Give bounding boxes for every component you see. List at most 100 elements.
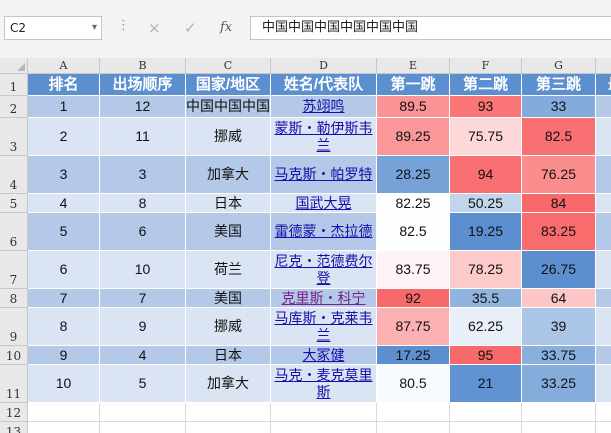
- jump1-cell[interactable]: 82.5: [377, 213, 450, 251]
- empty-cell[interactable]: [596, 251, 611, 289]
- country-cell[interactable]: 美国: [186, 289, 271, 308]
- rank-cell[interactable]: 10: [28, 365, 100, 403]
- row-header-8[interactable]: 8: [0, 289, 28, 308]
- empty-cell[interactable]: [186, 403, 271, 422]
- athlete-link[interactable]: 马库斯・克莱韦兰: [271, 308, 377, 346]
- order-cell[interactable]: 8: [100, 194, 186, 213]
- chevron-down-icon[interactable]: ▾: [92, 17, 97, 39]
- country-cell[interactable]: 美国: [186, 213, 271, 251]
- column-header-b[interactable]: B: [100, 58, 186, 74]
- row-header-9[interactable]: 9: [0, 308, 28, 346]
- athlete-link[interactable]: 马克斯・帕罗特: [271, 156, 377, 194]
- row-header-4[interactable]: 4: [0, 156, 28, 194]
- country-cell[interactable]: 挪威: [186, 118, 271, 156]
- row-header-12[interactable]: 12: [0, 403, 28, 422]
- formula-input[interactable]: 中国中国中国中国中国中国: [250, 16, 611, 40]
- empty-cell[interactable]: [596, 213, 611, 251]
- empty-cell[interactable]: [186, 422, 271, 433]
- country-cell[interactable]: 加拿大: [186, 156, 271, 194]
- order-cell[interactable]: 4: [100, 346, 186, 365]
- order-cell[interactable]: 3: [100, 156, 186, 194]
- row-header-7[interactable]: 7: [0, 251, 28, 289]
- empty-cell[interactable]: [596, 365, 611, 403]
- jump1-cell[interactable]: 28.25: [377, 156, 450, 194]
- athlete-link[interactable]: 大冢健: [271, 346, 377, 365]
- row-header-13[interactable]: 13: [0, 422, 28, 433]
- jump3-cell[interactable]: 26.75: [522, 251, 596, 289]
- jump3-cell[interactable]: 39: [522, 308, 596, 346]
- empty-cell[interactable]: [596, 422, 611, 433]
- header-cell-h[interactable]: 最: [596, 74, 611, 96]
- jump3-cell[interactable]: 83.25: [522, 213, 596, 251]
- jump3-cell[interactable]: 84: [522, 194, 596, 213]
- column-header-f[interactable]: F: [450, 58, 522, 74]
- jump1-cell[interactable]: 92: [377, 289, 450, 308]
- empty-cell[interactable]: [522, 403, 596, 422]
- rank-cell[interactable]: 2: [28, 118, 100, 156]
- order-cell[interactable]: 6: [100, 213, 186, 251]
- jump2-cell[interactable]: 94: [450, 156, 522, 194]
- rank-cell[interactable]: 4: [28, 194, 100, 213]
- order-cell[interactable]: 11: [100, 118, 186, 156]
- empty-cell[interactable]: [377, 403, 450, 422]
- jump3-cell[interactable]: 64: [522, 289, 596, 308]
- header-cell-c[interactable]: 国家/地区: [186, 74, 271, 96]
- header-cell-b[interactable]: 出场顺序: [100, 74, 186, 96]
- column-header-c[interactable]: C: [186, 58, 271, 74]
- jump3-cell[interactable]: 33: [522, 96, 596, 118]
- empty-cell[interactable]: [377, 422, 450, 433]
- empty-cell[interactable]: [596, 194, 611, 213]
- empty-cell[interactable]: [100, 403, 186, 422]
- header-cell-e[interactable]: 第一跳: [377, 74, 450, 96]
- athlete-link[interactable]: 克里斯・科宁: [271, 289, 377, 308]
- row-header-11[interactable]: 11: [0, 365, 28, 403]
- empty-cell[interactable]: [100, 422, 186, 433]
- jump3-cell[interactable]: 76.25: [522, 156, 596, 194]
- empty-cell[interactable]: [596, 96, 611, 118]
- rank-cell[interactable]: 5: [28, 213, 100, 251]
- jump1-cell[interactable]: 17.25: [377, 346, 450, 365]
- jump2-cell[interactable]: 62.25: [450, 308, 522, 346]
- header-cell-f[interactable]: 第二跳: [450, 74, 522, 96]
- jump2-cell[interactable]: 35.5: [450, 289, 522, 308]
- header-cell-a[interactable]: 排名: [28, 74, 100, 96]
- empty-cell[interactable]: [450, 422, 522, 433]
- empty-cell[interactable]: [596, 118, 611, 156]
- rank-cell[interactable]: 7: [28, 289, 100, 308]
- jump1-cell[interactable]: 89.5: [377, 96, 450, 118]
- empty-cell[interactable]: [596, 308, 611, 346]
- empty-cell[interactable]: [596, 403, 611, 422]
- header-cell-d[interactable]: 姓名/代表队: [271, 74, 377, 96]
- country-cell[interactable]: 日本: [186, 194, 271, 213]
- empty-cell[interactable]: [522, 422, 596, 433]
- column-header-a[interactable]: A: [28, 58, 100, 74]
- order-cell[interactable]: 10: [100, 251, 186, 289]
- jump2-cell[interactable]: 21: [450, 365, 522, 403]
- enter-icon[interactable]: ✓: [184, 18, 197, 38]
- row-header-5[interactable]: 5: [0, 194, 28, 213]
- row-header-6[interactable]: 6: [0, 213, 28, 251]
- jump2-cell[interactable]: 50.25: [450, 194, 522, 213]
- order-cell[interactable]: 9: [100, 308, 186, 346]
- empty-cell[interactable]: [596, 156, 611, 194]
- country-cell[interactable]: 加拿大: [186, 365, 271, 403]
- empty-cell[interactable]: [596, 289, 611, 308]
- country-cell[interactable]: 挪威: [186, 308, 271, 346]
- insert-function-icon[interactable]: fx: [220, 18, 232, 38]
- order-cell[interactable]: 7: [100, 289, 186, 308]
- row-header-3[interactable]: 3: [0, 118, 28, 156]
- empty-cell[interactable]: [28, 422, 100, 433]
- column-header-e[interactable]: E: [377, 58, 450, 74]
- jump1-cell[interactable]: 80.5: [377, 365, 450, 403]
- jump1-cell[interactable]: 82.25: [377, 194, 450, 213]
- empty-cell[interactable]: [28, 403, 100, 422]
- athlete-link[interactable]: 蒙斯・勒伊斯韦兰: [271, 118, 377, 156]
- jump2-cell[interactable]: 78.25: [450, 251, 522, 289]
- row-header-1[interactable]: 1: [0, 74, 28, 96]
- jump1-cell[interactable]: 87.75: [377, 308, 450, 346]
- order-cell[interactable]: 12: [100, 96, 186, 118]
- order-cell[interactable]: 5: [100, 365, 186, 403]
- empty-cell[interactable]: [596, 346, 611, 365]
- country-cell[interactable]: 荷兰: [186, 251, 271, 289]
- column-header-d[interactable]: D: [271, 58, 377, 74]
